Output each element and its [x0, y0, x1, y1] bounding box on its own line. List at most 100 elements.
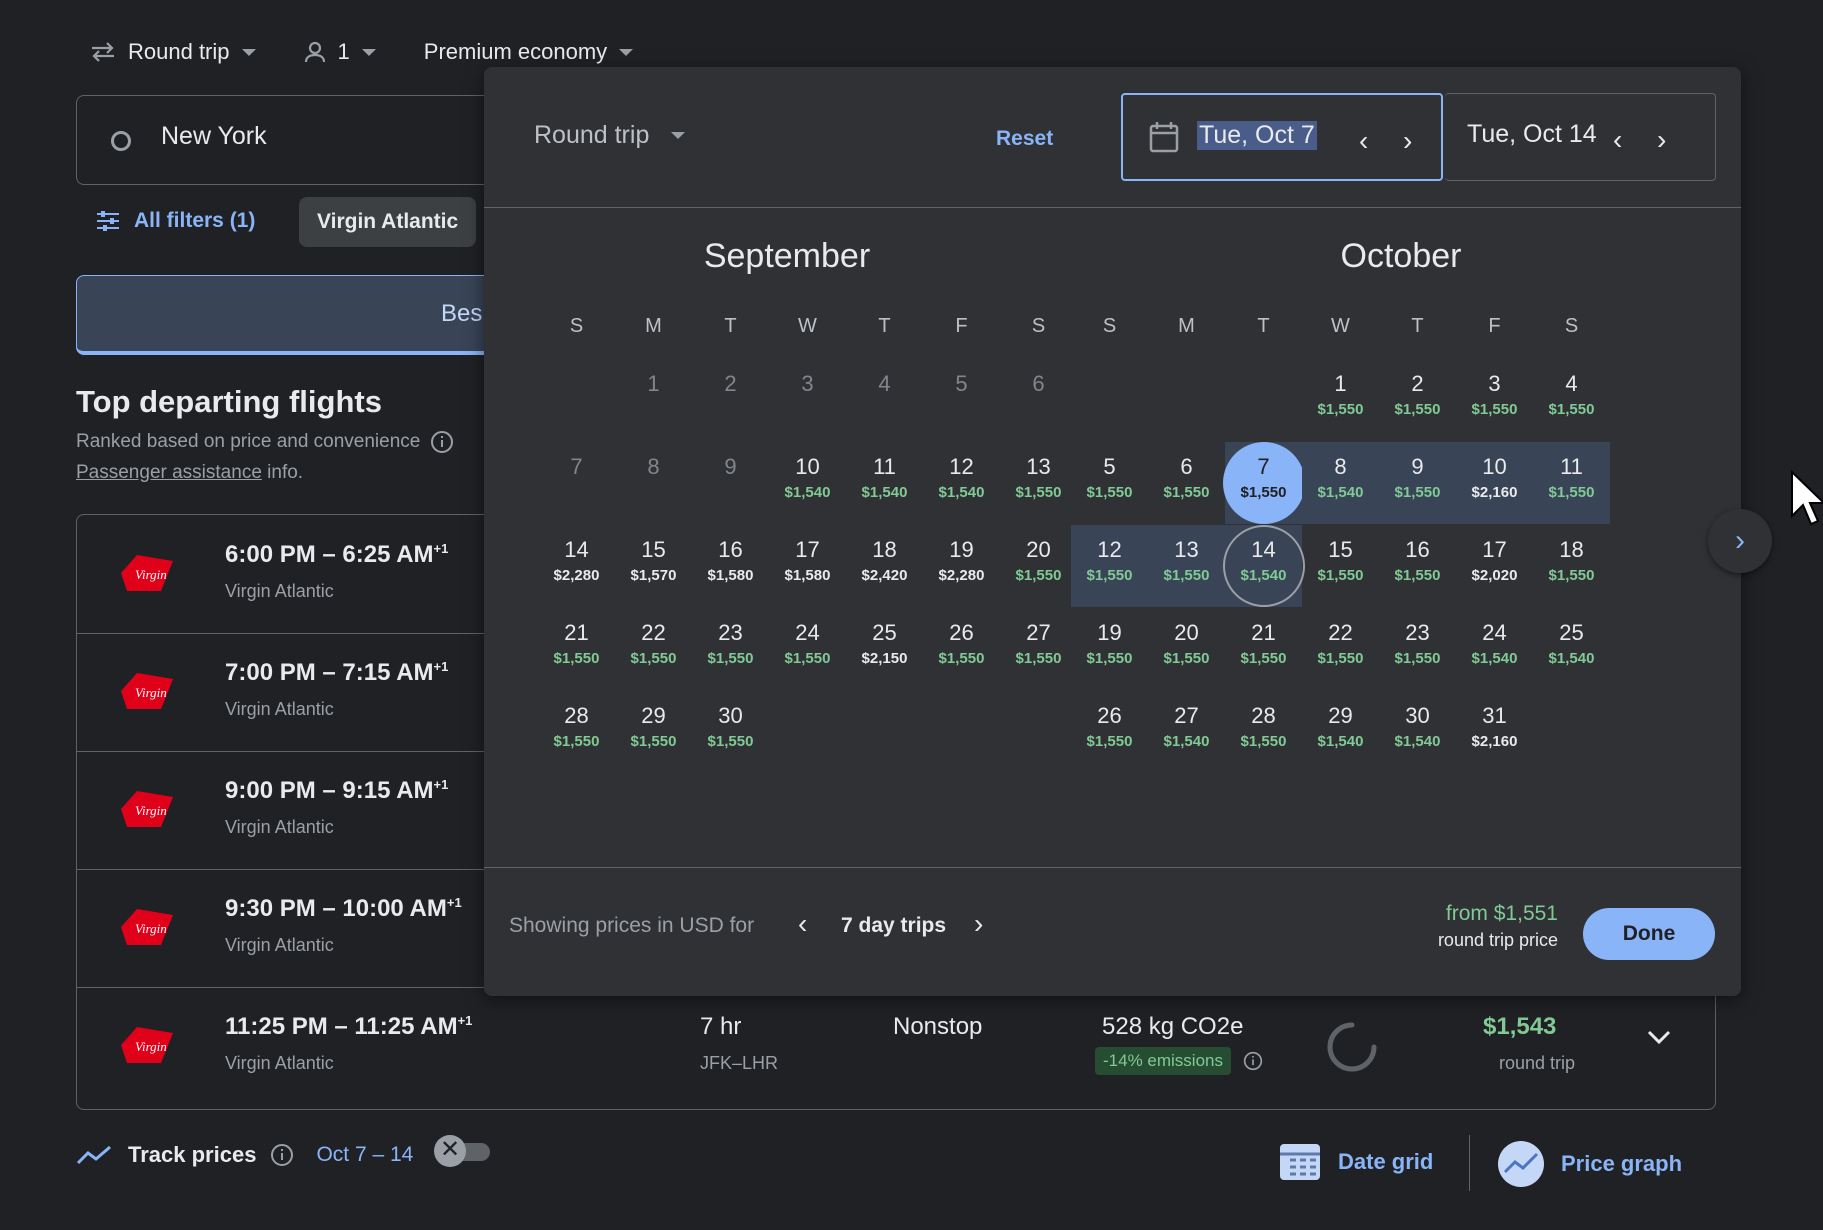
flight-times: 11:25 PM – 11:25 AM+1 — [225, 1013, 472, 1041]
calendar-day[interactable]: 25 $2,150 — [846, 608, 923, 690]
airline-filter-chip[interactable]: Virgin Atlantic — [299, 197, 477, 247]
day-price: $1,550 — [553, 733, 600, 750]
calendar-day[interactable]: 31 $2,160 — [1456, 691, 1533, 773]
calendar-day[interactable]: 8 $1,540 — [1302, 442, 1379, 524]
prev-day-chevron-icon[interactable]: ‹ — [1359, 125, 1368, 157]
calendar-day[interactable]: 6 $1,550 — [1148, 442, 1225, 524]
calendar-day[interactable]: 12 $1,540 — [923, 442, 1000, 524]
calendar-day[interactable]: 13 $1,550 — [1000, 442, 1077, 524]
calendar-day[interactable]: 4 $1,550 — [1533, 359, 1610, 441]
calendar-day[interactable]: 14 $2,280 — [538, 525, 615, 607]
calendar-day[interactable]: 27 $1,550 — [1000, 608, 1077, 690]
info-icon[interactable] — [430, 430, 454, 454]
picker-trip-type-select[interactable]: Round trip — [534, 121, 686, 150]
calendar-day[interactable]: 23 $1,550 — [692, 608, 769, 690]
calendar-day[interactable]: 20 $1,550 — [1000, 525, 1077, 607]
calendar-day[interactable]: 22 $1,550 — [1302, 608, 1379, 690]
trip-type-select[interactable]: Round trip — [90, 39, 256, 65]
calendar-day[interactable]: 28 $1,550 — [538, 691, 615, 773]
price-graph-button[interactable]: Price graph — [1497, 1140, 1682, 1188]
calendar-day[interactable]: 26 $1,550 — [923, 608, 1000, 690]
calendar-day[interactable]: 16 $1,580 — [692, 525, 769, 607]
calendar-day[interactable]: 30 $1,540 — [1379, 691, 1456, 773]
calendar-day[interactable]: 26 $1,550 — [1071, 691, 1148, 773]
date-grid-button[interactable]: Date grid — [1278, 1140, 1433, 1184]
calendar-day[interactable]: 22 $1,550 — [615, 608, 692, 690]
day-number: 19 — [1097, 620, 1122, 645]
calendar-day[interactable]: 11 $1,540 — [846, 442, 923, 524]
calendar-day[interactable]: 28 $1,550 — [1225, 691, 1302, 773]
calendar-day[interactable]: 18 $1,550 — [1533, 525, 1610, 607]
svg-text:Virgin: Virgin — [135, 567, 167, 582]
next-day-chevron-icon[interactable]: › — [1657, 124, 1666, 156]
calendar-day[interactable]: 15 $1,550 — [1302, 525, 1379, 607]
prev-day-chevron-icon[interactable]: ‹ — [1613, 124, 1622, 156]
calendar-day[interactable]: 17 $2,020 — [1456, 525, 1533, 607]
chevron-down-icon — [671, 132, 686, 139]
calendar-day[interactable]: 11 $1,550 — [1533, 442, 1610, 524]
calendar-day[interactable]: 3 $1,550 — [1456, 359, 1533, 441]
passenger-assistance-link[interactable]: Passenger assistance — [76, 462, 262, 483]
calendar-day[interactable]: 12 $1,550 — [1071, 525, 1148, 607]
origin-field[interactable]: New York — [76, 95, 548, 185]
day-number: 15 — [1328, 537, 1353, 562]
calendar-day[interactable]: 25 $1,540 — [1533, 608, 1610, 690]
calendar-day[interactable]: 24 $1,550 — [769, 608, 846, 690]
calendar-day[interactable]: 14 $1,540 — [1225, 525, 1302, 607]
day-price: $1,540 — [1240, 567, 1287, 584]
calendar-day[interactable]: 15 $1,570 — [615, 525, 692, 607]
calendar-day[interactable]: 10 $1,540 — [769, 442, 846, 524]
trip-type-label: Round trip — [128, 39, 230, 64]
calendar-day[interactable]: 29 $1,550 — [615, 691, 692, 773]
calendar-day[interactable]: 17 $1,580 — [769, 525, 846, 607]
ranking-note: Ranked based on price and convenience — [76, 430, 454, 454]
calendar-day[interactable]: 10 $2,160 — [1456, 442, 1533, 524]
day-price: $2,280 — [553, 567, 600, 584]
next-day-chevron-icon[interactable]: › — [1403, 125, 1412, 157]
day-price: $1,550 — [1240, 484, 1287, 501]
calendar-day[interactable]: 23 $1,550 — [1379, 608, 1456, 690]
day-of-week-header: F — [955, 315, 968, 337]
calendar-day[interactable]: 19 $1,550 — [1071, 608, 1148, 690]
calendar-day[interactable]: 9 $1,550 — [1379, 442, 1456, 524]
track-prices-toggle[interactable]: ✕ — [434, 1135, 494, 1167]
calendar-day[interactable]: 29 $1,540 — [1302, 691, 1379, 773]
flight-price-sub: round trip — [1499, 1053, 1576, 1073]
passenger-count: 1 — [337, 39, 350, 64]
calendar-day[interactable]: 27 $1,540 — [1148, 691, 1225, 773]
next-month-chevron-icon[interactable]: › — [1708, 509, 1772, 573]
day-price: $1,550 — [1548, 567, 1595, 584]
calendar-day[interactable]: 18 $2,420 — [846, 525, 923, 607]
sort-tab-best[interactable]: Bes — [76, 275, 546, 355]
departure-date-field[interactable]: Tue, Oct 7 ‹ › — [1121, 93, 1443, 181]
info-icon[interactable] — [1243, 1051, 1263, 1071]
calendar-day[interactable]: 19 $2,280 — [923, 525, 1000, 607]
prev-trip-length-chevron-icon[interactable]: ‹ — [798, 908, 807, 940]
flight-row[interactable]: Virgin 11:25 PM – 11:25 AM+1 Virgin Atla… — [77, 987, 1715, 1105]
calendar-day[interactable]: 16 $1,550 — [1379, 525, 1456, 607]
day-price: $1,540 — [1394, 733, 1441, 750]
calendar-day[interactable]: 24 $1,540 — [1456, 608, 1533, 690]
chevron-down-icon — [241, 48, 256, 56]
calendar-day[interactable]: 5 $1,550 — [1071, 442, 1148, 524]
done-button[interactable]: Done — [1583, 908, 1715, 960]
day-number: 10 — [1482, 454, 1507, 479]
info-icon[interactable] — [270, 1143, 294, 1167]
calendar-day[interactable]: 21 $1,550 — [1225, 608, 1302, 690]
next-trip-length-chevron-icon[interactable]: › — [974, 908, 983, 940]
all-filters-button[interactable]: All filters (1) — [96, 196, 255, 246]
calendar-day[interactable]: 21 $1,550 — [538, 608, 615, 690]
calendar-day[interactable]: 13 $1,550 — [1148, 525, 1225, 607]
calendar-day[interactable]: 1 $1,550 — [1302, 359, 1379, 441]
day-price: $1,550 — [1548, 401, 1595, 418]
calendar-day[interactable]: 2 $1,550 — [1379, 359, 1456, 441]
virgin-atlantic-logo: Virgin — [121, 909, 173, 945]
cabin-class-select[interactable]: Premium economy — [424, 39, 634, 65]
calendar-day[interactable]: 20 $1,550 — [1148, 608, 1225, 690]
passenger-select[interactable]: 1 — [304, 39, 376, 65]
expand-chevron-icon[interactable] — [1645, 1027, 1673, 1047]
calendar-day[interactable]: 7 $1,550 — [1225, 442, 1302, 524]
calendar-day[interactable]: 30 $1,550 — [692, 691, 769, 773]
return-date-field[interactable]: Tue, Oct 14 ‹ › — [1445, 93, 1716, 181]
reset-button[interactable]: Reset — [996, 127, 1053, 151]
